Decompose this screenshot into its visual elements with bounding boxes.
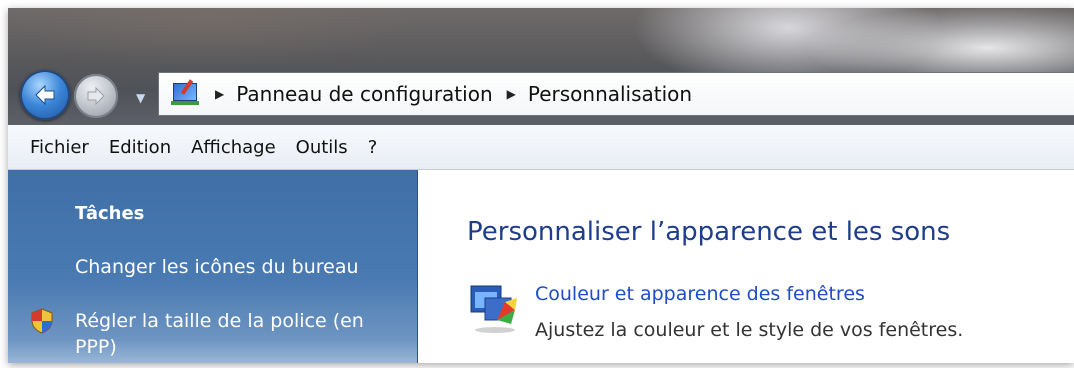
- breadcrumb-personalization[interactable]: Personnalisation: [528, 82, 692, 106]
- window-color-link[interactable]: Couleur et apparence des fenêtres: [535, 283, 865, 305]
- task-pane: Tâches Changer les icônes du bureau Régl…: [8, 170, 418, 363]
- address-bar[interactable]: ▶ Panneau de configuration ▶ Personnalis…: [158, 72, 1074, 116]
- history-dropdown-icon[interactable]: ▼: [136, 91, 145, 105]
- tasks-heading: Tâches: [75, 203, 145, 224]
- menu-bar: Fichier Edition Affichage Outils ?: [8, 125, 1074, 170]
- content-pane: Personnaliser l’apparence et les sons Co…: [418, 170, 1074, 363]
- back-button[interactable]: [20, 70, 70, 120]
- window-color-icon: [470, 285, 517, 333]
- task-adjust-font-size[interactable]: Régler la taille de la police (en PPP): [75, 308, 364, 360]
- task-adjust-font-size-line1: Régler la taille de la police (en: [75, 310, 364, 332]
- breadcrumb-control-panel[interactable]: Panneau de configuration: [236, 82, 492, 106]
- menu-tools[interactable]: Outils: [296, 137, 348, 158]
- breadcrumb-separator-icon[interactable]: ▶: [215, 87, 224, 101]
- control-panel-icon: [171, 79, 201, 107]
- breadcrumb-separator-icon[interactable]: ▶: [507, 87, 516, 101]
- forward-button[interactable]: [74, 74, 118, 118]
- forward-arrow-icon: [87, 86, 105, 106]
- uac-shield-icon: [31, 308, 53, 334]
- menu-file[interactable]: Fichier: [30, 137, 89, 158]
- menu-help[interactable]: ?: [368, 137, 378, 158]
- task-change-desktop-icons[interactable]: Changer les icônes du bureau: [75, 254, 359, 280]
- window-color-description: Ajustez la couleur et le style de vos fe…: [535, 319, 964, 341]
- menu-view[interactable]: Affichage: [191, 137, 276, 158]
- explorer-window: ▼ ▶ Panneau de configuration ▶ Personnal…: [8, 8, 1074, 363]
- menu-edit[interactable]: Edition: [109, 137, 171, 158]
- back-arrow-icon: [35, 84, 55, 106]
- task-adjust-font-size-line2: PPP): [75, 336, 117, 358]
- title-bar: ▼ ▶ Panneau de configuration ▶ Personnal…: [8, 8, 1074, 125]
- page-title: Personnaliser l’apparence et les sons: [467, 217, 951, 247]
